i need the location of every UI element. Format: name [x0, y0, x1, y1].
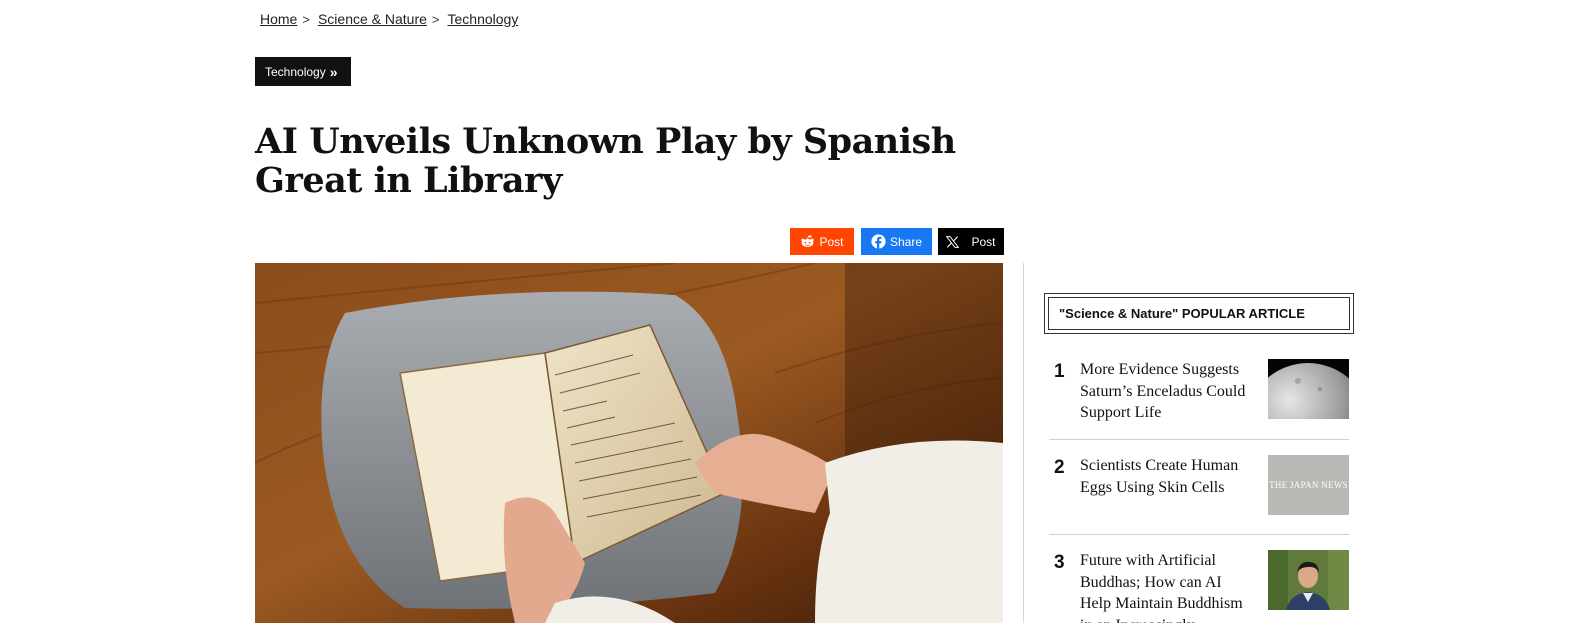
double-chevron-right-icon: » [329, 63, 338, 80]
breadcrumb-technology-link[interactable]: Technology [448, 11, 519, 27]
popular-article-rank: 2 [1054, 457, 1065, 478]
breadcrumb: Home > Science & Nature > Technology [260, 11, 518, 27]
breadcrumb-science-nature-link[interactable]: Science & Nature [318, 11, 427, 27]
japan-news-logo[interactable]: THE JAPAN NEWS [1268, 455, 1349, 515]
portrait-photo[interactable] [1268, 550, 1349, 610]
breadcrumb-separator: > [302, 11, 310, 27]
x-share-label: Post [971, 234, 996, 249]
facebook-share-label: Share [889, 234, 923, 249]
japan-news-logo-text: THE JAPAN NEWS [1269, 480, 1348, 490]
reddit-share-label: Post [819, 234, 844, 249]
moon-icon[interactable] [1268, 359, 1349, 419]
article-title: AI Unveils Unknown Play by Spanish Great… [255, 121, 956, 201]
breadcrumb-home-link[interactable]: Home [260, 11, 297, 27]
popular-articles-heading-label: "Science & Nature" POPULAR ARTICLE [1048, 297, 1350, 330]
popular-article-rank: 1 [1054, 361, 1065, 382]
hero-image [255, 263, 1003, 623]
facebook-share-button[interactable]: Share [861, 228, 932, 255]
category-tag-button[interactable]: Technology » [255, 57, 351, 86]
popular-article-title[interactable]: More Evidence Suggests Saturn’s Enceladu… [1080, 359, 1252, 424]
popular-article-title[interactable]: Future with Artificial Buddhas; How can … [1080, 550, 1252, 623]
x-share-button[interactable]: Post [938, 228, 1004, 255]
popular-article-title[interactable]: Scientists Create Human Eggs Using Skin … [1080, 455, 1252, 498]
popular-article-rank: 3 [1054, 552, 1065, 573]
popular-article-item[interactable]: 2 Scientists Create Human Eggs Using Ski… [1049, 455, 1349, 517]
popular-article-separator [1049, 534, 1349, 535]
popular-article-separator [1049, 439, 1349, 440]
reddit-icon [801, 235, 815, 247]
popular-articles-heading: "Science & Nature" POPULAR ARTICLE [1044, 293, 1354, 334]
category-tag-label: Technology [265, 64, 326, 79]
facebook-icon [871, 234, 886, 249]
popular-article-item[interactable]: 3 Future with Artificial Buddhas; How ca… [1049, 550, 1349, 623]
x-logo-icon [946, 235, 960, 248]
reddit-share-button[interactable]: Post [790, 228, 854, 255]
breadcrumb-separator: > [431, 11, 440, 27]
popular-article-item[interactable]: 1 More Evidence Suggests Saturn’s Encela… [1049, 359, 1349, 421]
sidebar-divider [1023, 263, 1024, 623]
